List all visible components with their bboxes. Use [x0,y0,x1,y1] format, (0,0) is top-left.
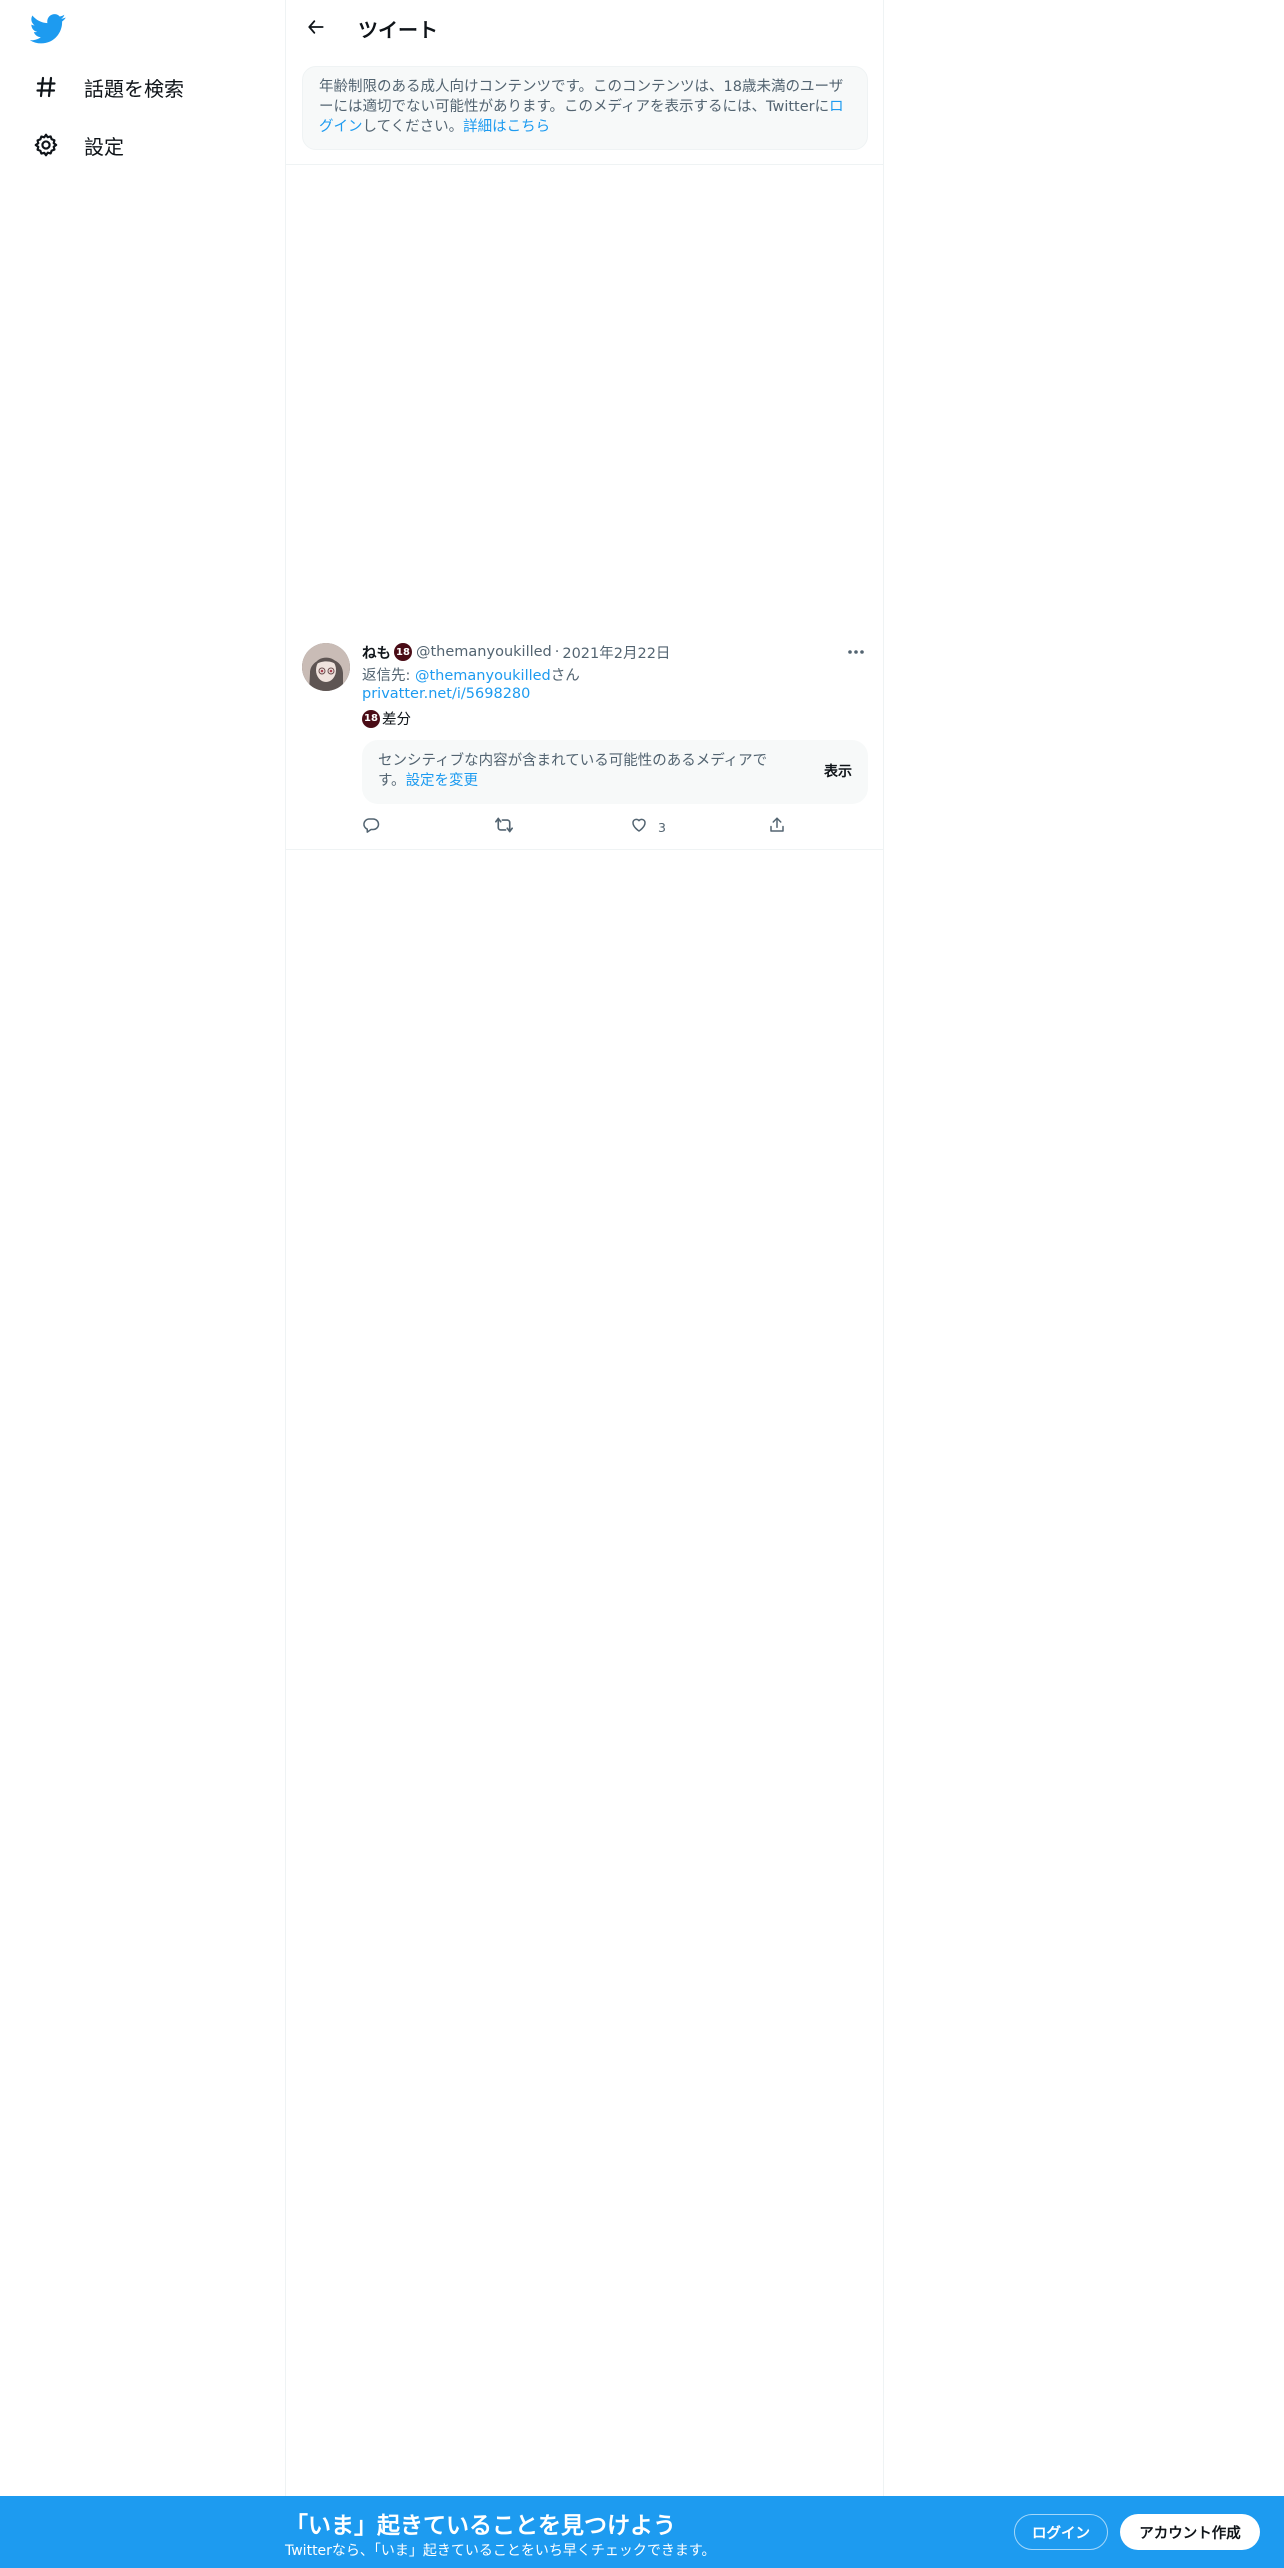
reply-handle-link[interactable]: @themanyoukilled [415,668,551,684]
reply-context: 返信先: @themanyoukilledさん [362,664,580,685]
learn-more-link[interactable]: 詳細はこちら [463,119,550,135]
tweet[interactable]: ねも 18 @themanyoukilled · 2021年2月22日 返信先:… [286,640,883,850]
reply-icon [362,816,380,838]
share-button[interactable] [768,816,786,838]
change-settings-link[interactable]: 設定を変更 [406,773,479,789]
age-18-badge: 18 [362,709,380,728]
share-icon [768,816,786,838]
retweet-button[interactable] [494,816,514,838]
author-name[interactable]: ねも [362,642,391,663]
age-restriction-notice: 年齢制限のある成人向けコンテンツです。このコンテンツは、18歳未満のユーザーには… [302,66,868,150]
reply-prefix: 返信先: [362,668,415,684]
sidebar-item-settings[interactable]: 設定 [32,125,124,165]
tweet-text: 18 差分 [362,708,411,729]
hashtag-icon [32,73,60,101]
banner-subtitle: Twitterなら、「いま」起きていることをいち早くチェックできます。 [285,2543,716,2559]
gear-icon [32,131,60,159]
retweet-icon [494,816,514,838]
tweet-date[interactable]: 2021年2月22日 [562,642,670,663]
divider [286,164,883,165]
avatar[interactable] [302,643,350,691]
sidebar-item-label: 設定 [84,134,124,159]
like-count: 3 [658,819,666,835]
twitter-bird-icon[interactable] [29,14,66,44]
reply-suffix: さん [550,668,580,684]
notice-text-suffix: してください。 [362,119,464,135]
heart-icon [630,816,648,838]
notice-text: 年齢制限のある成人向けコンテンツです。このコンテンツは、18歳未満のユーザーには… [319,79,844,115]
age-18-badge: 18 [394,643,412,661]
signup-banner: 「いま」起きていることを見つけよう Twitterなら、「いま」起きていることを… [0,2496,1284,2568]
sidebar-item-label: 話題を検索 [84,76,184,101]
reply-button[interactable] [362,816,380,838]
login-button[interactable]: ログイン [1014,2514,1108,2550]
sensitive-media-warning: センシティブな内容が含まれている可能性のあるメディアです。設定を変更 表示 [362,740,868,804]
tweet-actions: 3 [362,816,832,836]
tweet-link[interactable]: privatter.net/i/5698280 [362,686,530,702]
signup-button[interactable]: アカウント作成 [1120,2514,1260,2550]
like-button[interactable]: 3 [630,816,666,838]
tweet-body-text: 差分 [382,712,411,728]
page-title: ツイート [358,18,438,42]
arrow-left-icon[interactable] [302,13,330,41]
banner-title: 「いま」起きていることを見つけよう [285,2513,676,2539]
page-header: ツイート [286,0,883,54]
tweet-header: ねも 18 @themanyoukilled · 2021年2月22日 [362,640,670,664]
main-column: ツイート 年齢制限のある成人向けコンテンツです。このコンテンツは、18歳未満のユ… [285,0,884,2496]
show-media-button[interactable]: 表示 [824,762,852,782]
left-sidebar: 話題を検索 設定 [0,0,285,2568]
more-options-icon[interactable] [845,642,867,662]
author-handle[interactable]: @themanyoukilled [416,644,552,660]
separator: · [554,644,560,660]
sidebar-item-explore[interactable]: 話題を検索 [32,67,184,107]
